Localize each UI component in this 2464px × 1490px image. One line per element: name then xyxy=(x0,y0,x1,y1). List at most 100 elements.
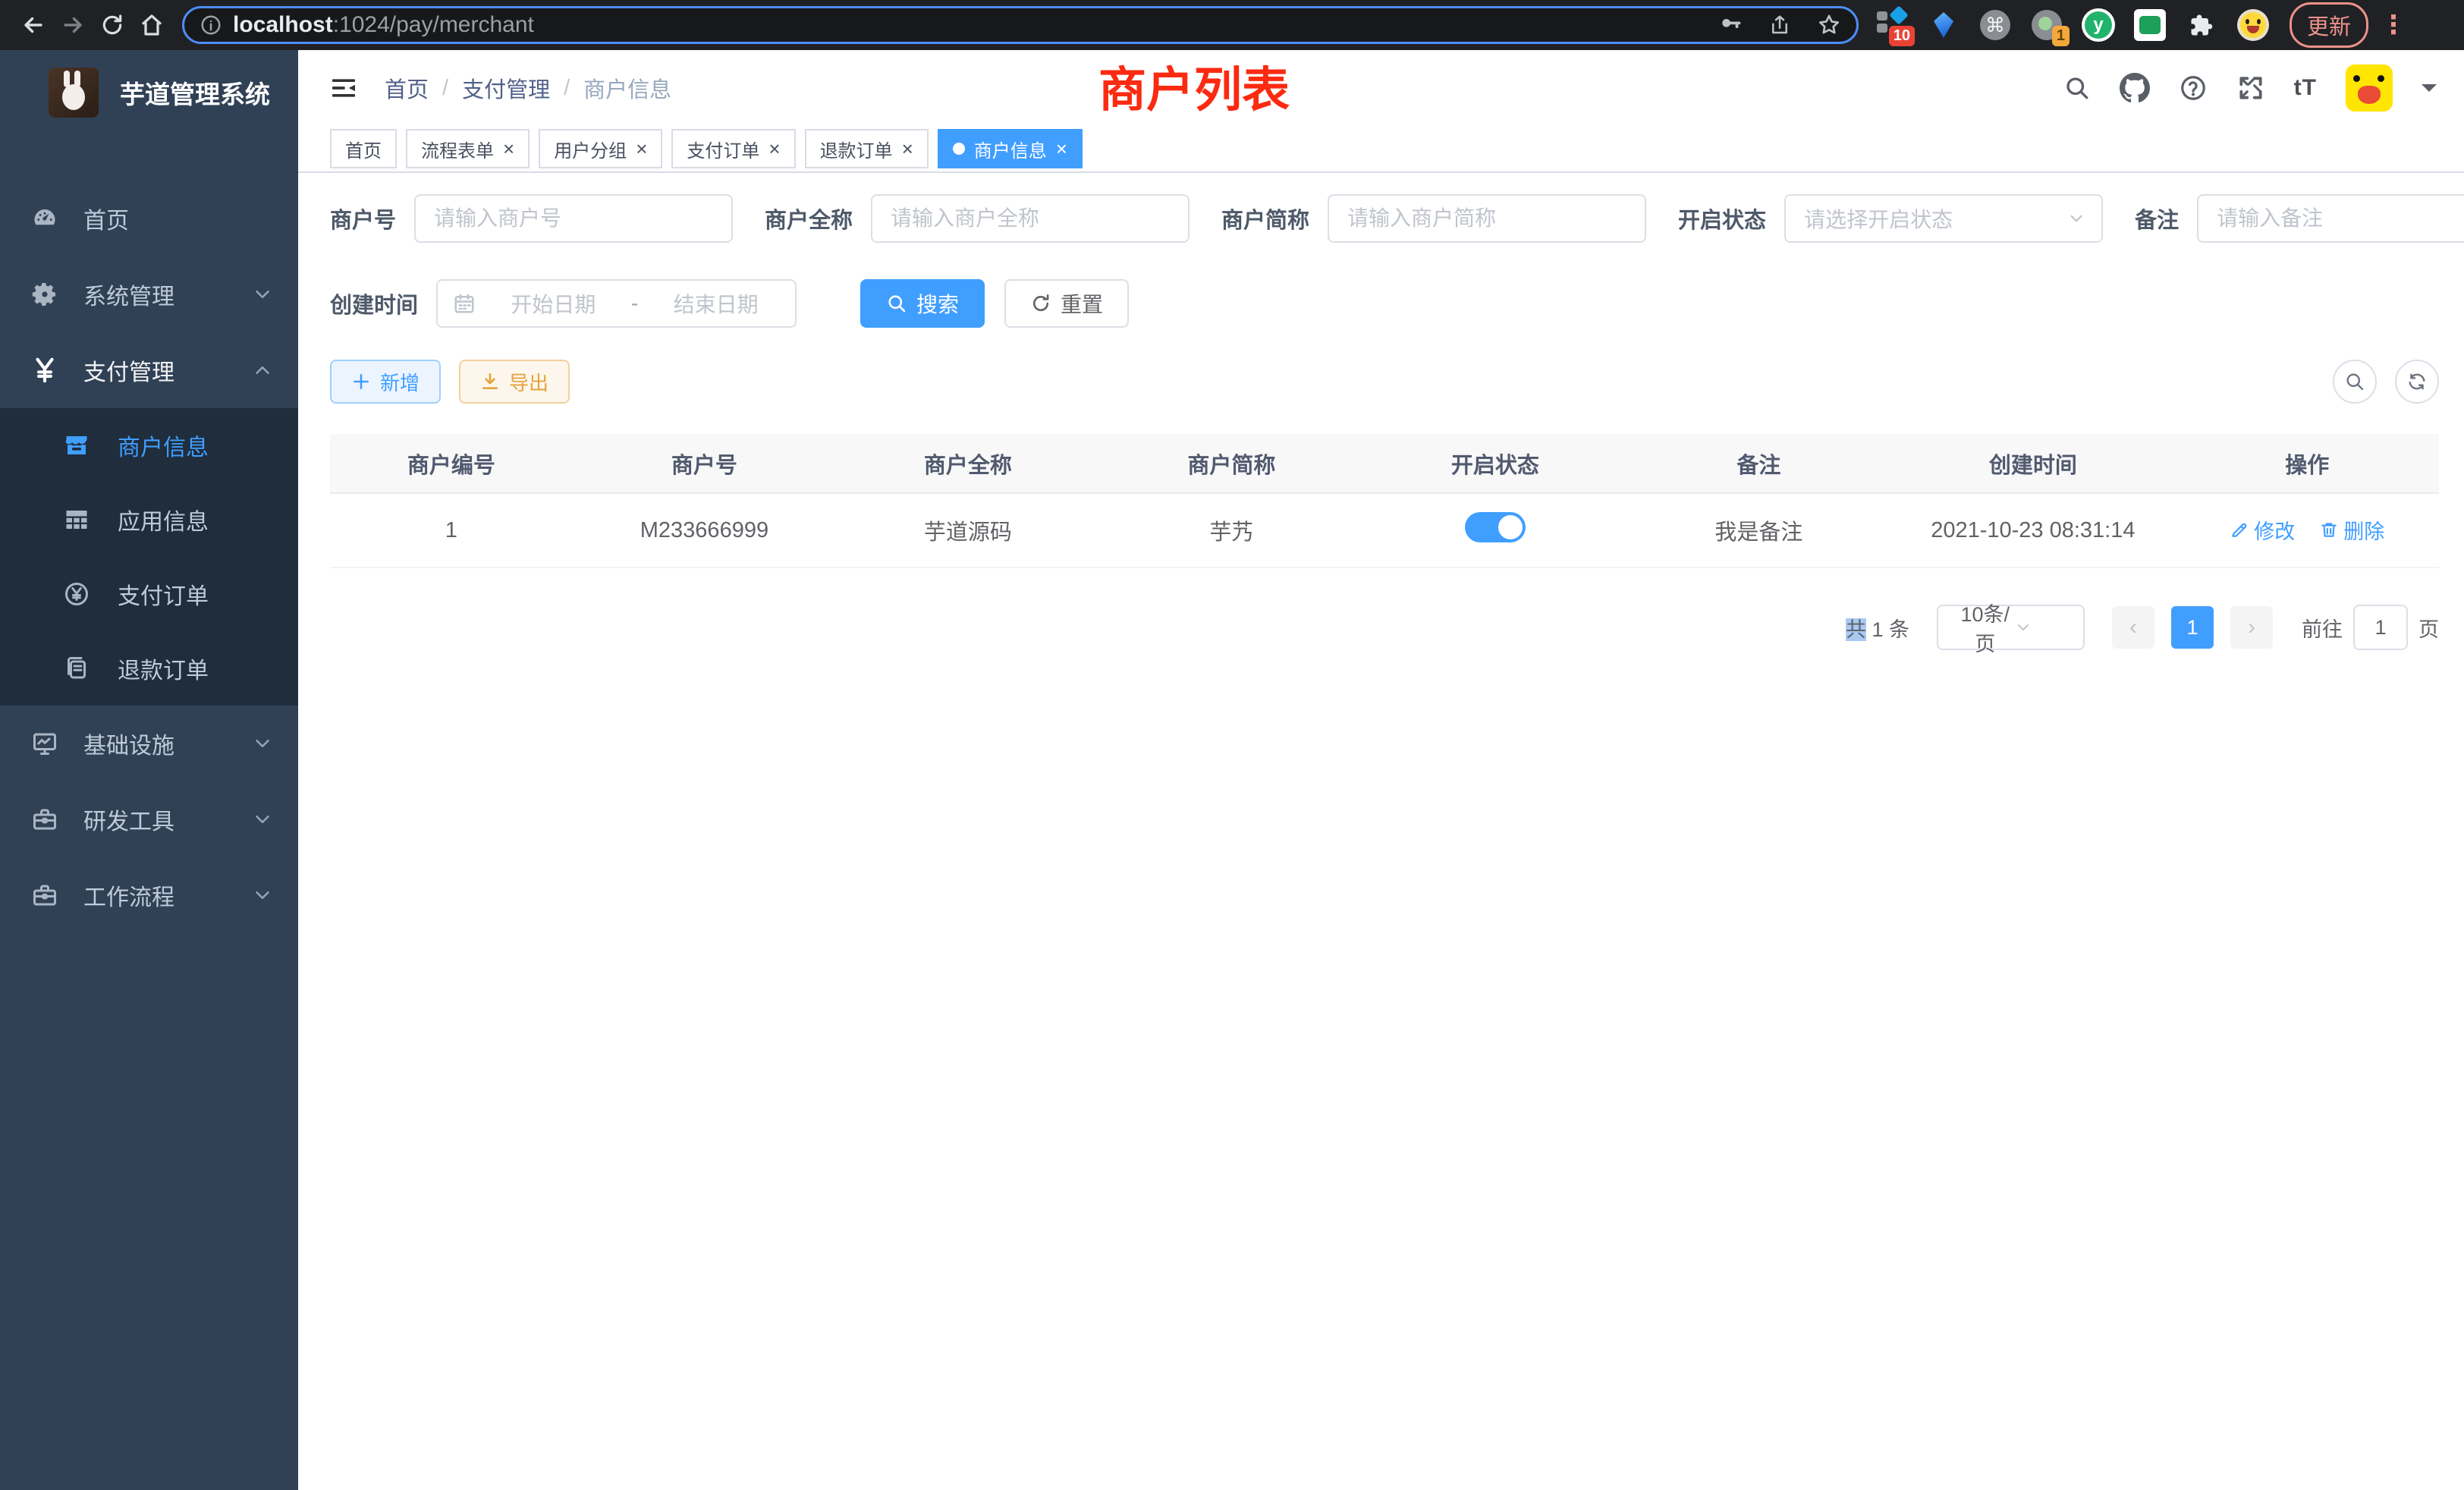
cell-remark: 我是备注 xyxy=(1627,493,1891,567)
merchant-no-input[interactable] xyxy=(414,194,733,243)
tab-merchant-info[interactable]: 商户信息 × xyxy=(938,129,1083,168)
create-time-label: 创建时间 xyxy=(330,288,418,319)
chevron-down-icon xyxy=(251,732,274,755)
tasks-extension-icon[interactable]: 10 xyxy=(1875,8,1909,42)
close-icon[interactable]: × xyxy=(902,139,913,159)
extensions-puzzle-icon[interactable] xyxy=(2185,8,2218,42)
reset-button[interactable]: 重置 xyxy=(1004,279,1129,328)
chevron-up-icon xyxy=(251,359,274,382)
page-size-select[interactable]: 10条/页 xyxy=(1937,605,2085,650)
cell-status xyxy=(1363,493,1627,567)
avocado-extension-icon[interactable]: 1 xyxy=(2030,8,2063,42)
sidebar-item-home[interactable]: 首页 xyxy=(0,181,298,256)
full-name-input[interactable] xyxy=(871,194,1190,243)
page-info-icon[interactable] xyxy=(200,14,222,36)
yen-icon xyxy=(27,356,62,385)
edit-link[interactable]: 修改 xyxy=(2230,515,2295,545)
gem-extension-icon[interactable] xyxy=(1927,8,1960,42)
sidebar-item-infrastructure[interactable]: 基础设施 xyxy=(0,706,298,781)
tab-payment-orders[interactable]: 支付订单 × xyxy=(671,129,795,168)
status-select[interactable]: 请选择开启状态 xyxy=(1784,194,2103,243)
share-icon[interactable] xyxy=(1768,14,1791,36)
active-dot xyxy=(953,143,965,155)
remark-input[interactable] xyxy=(2197,194,2464,243)
refresh-table-button[interactable] xyxy=(2395,360,2439,404)
sidebar-item-payment[interactable]: 支付管理 xyxy=(0,332,298,408)
search-button[interactable]: 搜索 xyxy=(860,279,985,328)
sidebar-item-workflow[interactable]: 工作流程 xyxy=(0,857,298,933)
chevron-down-icon xyxy=(251,283,274,306)
prev-page-button[interactable]: ‹ xyxy=(2112,606,2154,649)
gear-icon xyxy=(27,281,62,308)
font-size-icon[interactable]: tT xyxy=(2294,75,2317,101)
close-icon[interactable]: × xyxy=(503,139,514,159)
browser-menu-icon[interactable]: ⋮ xyxy=(2381,10,2406,40)
top-navbar: 首页 / 支付管理 / 商户信息 tT xyxy=(298,50,2464,126)
sidebar: 芋道管理系统 首页 系统管理 xyxy=(0,50,298,1490)
close-icon[interactable]: × xyxy=(636,139,647,159)
total-count: 共 1 条 xyxy=(1846,613,1909,643)
emoji-extension-icon[interactable] xyxy=(2236,8,2270,42)
table-header-row: 商户编号 商户号 商户全称 商户简称 开启状态 备注 创建时间 操作 xyxy=(330,434,2439,493)
browser-forward-button[interactable] xyxy=(53,5,93,45)
tags-view-bar: 首页 流程表单 × 用户分组 × 支付订单 × 退款订单 × 商户信息 × xyxy=(298,126,2464,173)
browser-back-button[interactable] xyxy=(14,5,53,45)
remark-label: 备注 xyxy=(2135,203,2179,234)
browser-update-button[interactable]: 更新 xyxy=(2290,2,2368,48)
next-page-button[interactable]: › xyxy=(2230,606,2273,649)
browser-reload-button[interactable] xyxy=(93,5,132,45)
sidebar-collapse-icon[interactable] xyxy=(328,73,359,103)
help-icon[interactable] xyxy=(2179,74,2208,102)
grid-table-icon xyxy=(57,506,96,533)
browser-home-button[interactable] xyxy=(132,5,171,45)
app-logo[interactable]: 芋道管理系统 xyxy=(0,50,298,135)
goto-page-input[interactable] xyxy=(2353,605,2408,650)
password-key-icon[interactable] xyxy=(1718,13,1743,37)
sidebar-item-merchant-info[interactable]: 商户信息 xyxy=(0,408,298,483)
header-search-icon[interactable] xyxy=(2063,74,2091,102)
command-extension-icon[interactable]: ⌘ xyxy=(1978,8,2012,42)
close-icon[interactable]: × xyxy=(768,139,780,159)
sidebar-item-refund-orders[interactable]: 退款订单 xyxy=(0,631,298,706)
sidebar-item-system[interactable]: 系统管理 xyxy=(0,256,298,332)
address-bar[interactable]: localhost:1024/pay/merchant xyxy=(182,6,1859,44)
tab-user-group[interactable]: 用户分组 × xyxy=(539,129,662,168)
user-avatar[interactable] xyxy=(2346,64,2393,112)
tab-refund-orders[interactable]: 退款订单 × xyxy=(805,129,929,168)
github-icon[interactable] xyxy=(2120,73,2150,103)
cell-merchant-id: 1 xyxy=(330,493,573,567)
bookmark-star-icon[interactable] xyxy=(1817,13,1841,37)
cell-actions: 修改 删除 xyxy=(2175,493,2439,567)
browser-chrome: localhost:1024/pay/merchant 10 ⌘ 1 y xyxy=(0,0,2464,50)
fullscreen-icon[interactable] xyxy=(2236,74,2265,102)
export-button[interactable]: 导出 xyxy=(459,360,570,404)
status-label: 开启状态 xyxy=(1678,203,1766,234)
delete-link[interactable]: 删除 xyxy=(2319,515,2384,545)
breadcrumb-home[interactable]: 首页 xyxy=(385,72,429,104)
chevron-down-icon xyxy=(251,884,274,907)
shop-icon xyxy=(57,432,96,459)
breadcrumb-payment[interactable]: 支付管理 xyxy=(462,72,550,104)
start-date-placeholder: 开始日期 xyxy=(489,288,618,319)
add-button[interactable]: 新增 xyxy=(330,360,441,404)
short-name-label: 商户简称 xyxy=(1221,203,1309,234)
toggle-search-icon-button[interactable] xyxy=(2333,360,2377,404)
chat-extension-icon[interactable] xyxy=(2133,8,2167,42)
status-toggle[interactable] xyxy=(1465,512,1526,542)
y-extension-icon[interactable]: y xyxy=(2082,8,2115,42)
tab-home[interactable]: 首页 xyxy=(330,129,397,168)
short-name-input[interactable] xyxy=(1328,194,1646,243)
full-name-label: 商户全称 xyxy=(765,203,853,234)
create-time-range-picker[interactable]: 开始日期 - 结束日期 xyxy=(436,279,797,328)
tab-process-form[interactable]: 流程表单 × xyxy=(406,129,530,168)
dashboard-icon xyxy=(27,205,62,232)
toolbox-icon xyxy=(27,806,62,833)
sidebar-item-dev-tools[interactable]: 研发工具 xyxy=(0,781,298,857)
sidebar-item-payment-orders[interactable]: 支付订单 xyxy=(0,557,298,631)
chevron-down-icon xyxy=(2014,618,2072,637)
chevron-down-icon xyxy=(2066,209,2086,228)
page-number-1[interactable]: 1 xyxy=(2171,606,2214,649)
sidebar-item-app-info[interactable]: 应用信息 xyxy=(0,483,298,557)
avatar-caret-icon[interactable] xyxy=(2422,84,2437,99)
close-icon[interactable]: × xyxy=(1056,139,1067,159)
